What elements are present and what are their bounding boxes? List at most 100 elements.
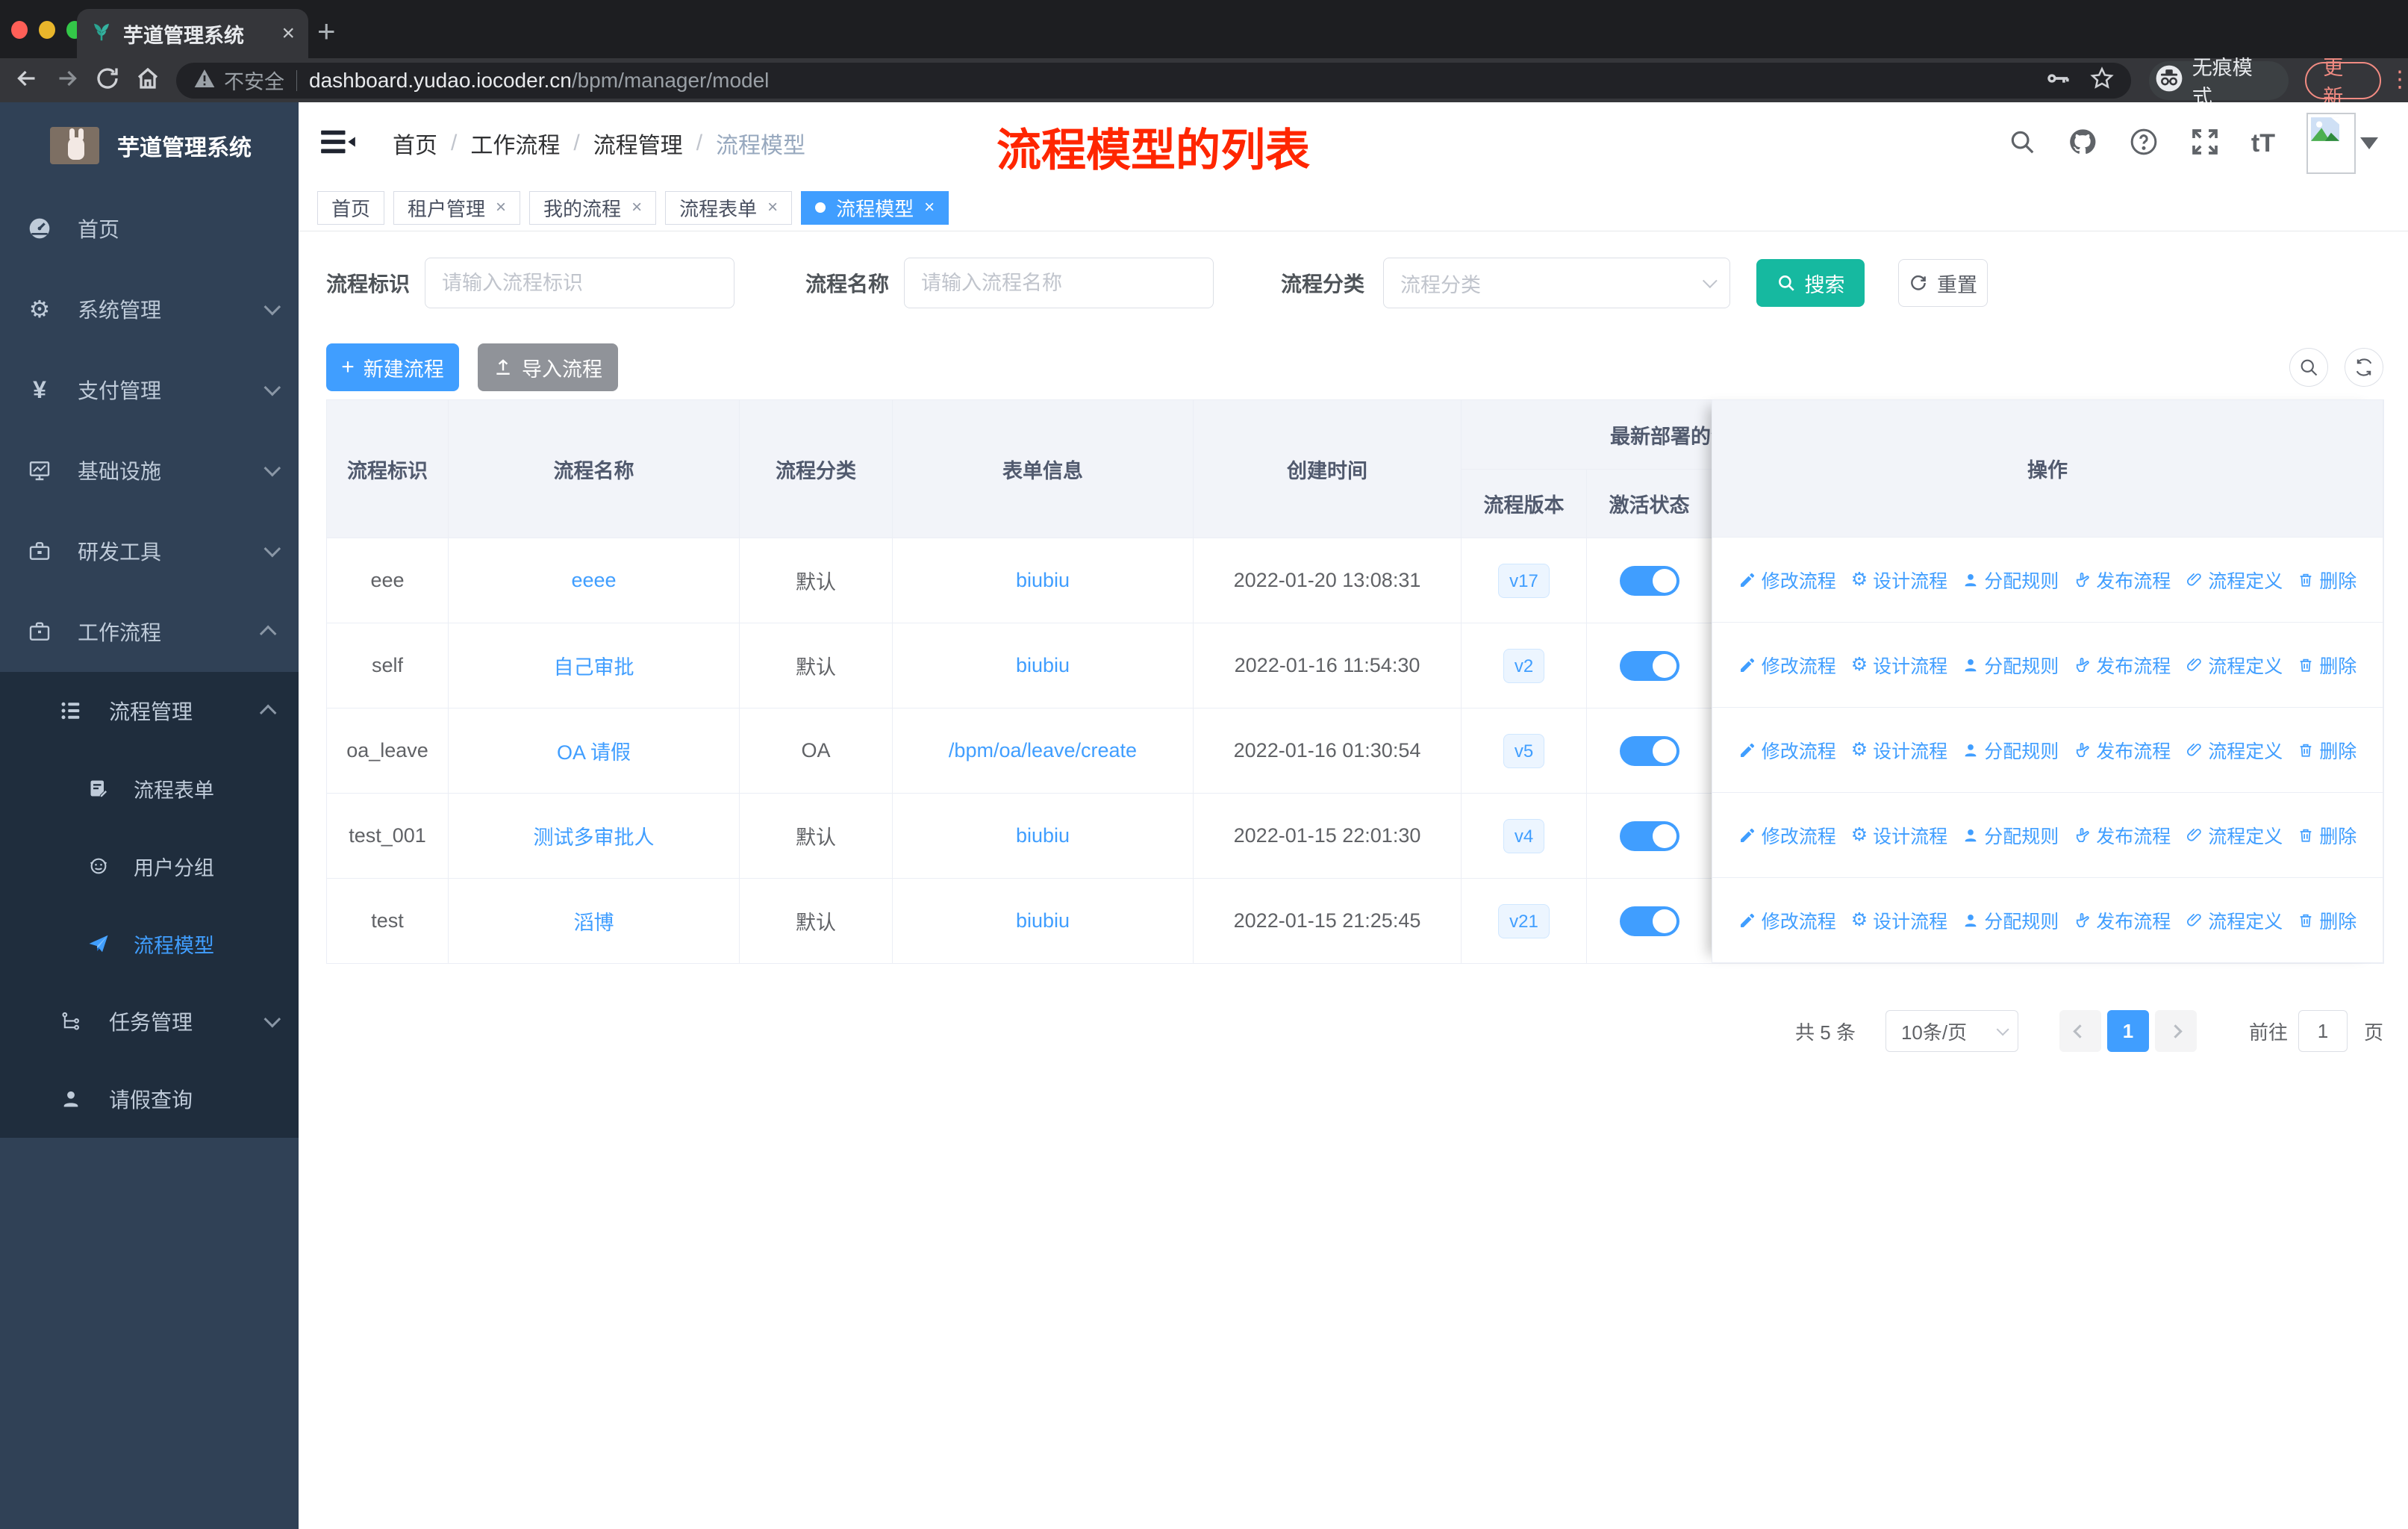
edit-process-link[interactable]: 修改流程 xyxy=(1738,822,1836,849)
publish-process-link[interactable]: 发布流程 xyxy=(2074,737,2171,764)
tag-tenant[interactable]: 租户管理 × xyxy=(393,190,521,225)
close-icon[interactable]: × xyxy=(767,197,778,218)
new-tab-button[interactable]: + xyxy=(317,13,336,49)
delete-link[interactable]: 删除 xyxy=(2298,737,2356,764)
tag-process-model[interactable]: 流程模型 × xyxy=(801,190,949,225)
delete-link[interactable]: 删除 xyxy=(2298,652,2356,679)
show-search-button[interactable] xyxy=(2289,348,2328,387)
font-size-icon[interactable]: tT xyxy=(2251,129,2275,158)
tag-home[interactable]: 首页 xyxy=(317,190,385,225)
sidebar-item-leave-query[interactable]: 请假查询 xyxy=(0,1060,299,1138)
form-info-link[interactable]: biubiu xyxy=(1016,569,1070,591)
process-definition-link[interactable]: 流程定义 xyxy=(2186,907,2283,934)
sidebar-item-workflow[interactable]: 工作流程 xyxy=(0,591,299,672)
active-toggle[interactable] xyxy=(1619,820,1679,851)
form-info-link[interactable]: /bpm/oa/leave/create xyxy=(949,739,1137,762)
create-process-button[interactable]: + 新建流程 xyxy=(326,343,459,391)
active-toggle[interactable] xyxy=(1619,735,1679,766)
form-info-link[interactable]: biubiu xyxy=(1016,909,1070,932)
edit-process-link[interactable]: 修改流程 xyxy=(1738,652,1836,679)
sidebar-item-infra[interactable]: 基础设施 xyxy=(0,430,299,511)
search-icon[interactable] xyxy=(2008,128,2036,160)
page-size-select[interactable]: 10条/页 xyxy=(1885,1010,2018,1052)
design-process-link[interactable]: ⚙ 设计流程 xyxy=(1851,822,1947,849)
process-definition-link[interactable]: 流程定义 xyxy=(2186,737,2283,764)
active-toggle[interactable] xyxy=(1619,565,1679,596)
close-icon[interactable]: × xyxy=(496,197,506,218)
design-process-link[interactable]: ⚙ 设计流程 xyxy=(1851,567,1947,594)
url-bar[interactable]: 不安全 dashboard.yudao.iocoder.cn/bpm/manag… xyxy=(176,62,2131,99)
assign-rule-link[interactable]: 分配规则 xyxy=(1962,822,2059,849)
assign-rule-link[interactable]: 分配规则 xyxy=(1962,567,2059,594)
refresh-button[interactable] xyxy=(2345,348,2383,387)
prev-page-button[interactable] xyxy=(2059,1010,2101,1052)
edit-process-link[interactable]: 修改流程 xyxy=(1738,567,1836,594)
user-avatar[interactable] xyxy=(2306,113,2378,174)
model-name-link[interactable]: 测试多审批人 xyxy=(534,826,655,849)
model-name-link[interactable]: eeee xyxy=(571,569,616,591)
next-page-button[interactable] xyxy=(2154,1010,2197,1052)
sidebar-item-pay[interactable]: ¥ 支付管理 xyxy=(0,349,299,430)
assign-rule-link[interactable]: 分配规则 xyxy=(1962,737,2059,764)
breadcrumb-process-mgmt[interactable]: 流程管理 xyxy=(593,127,683,160)
bookmark-star-icon[interactable] xyxy=(2089,66,2115,95)
sidebar-item-system[interactable]: ⚙ 系统管理 xyxy=(0,269,299,349)
sidebar-item-home[interactable]: 首页 xyxy=(0,188,299,269)
close-icon[interactable]: × xyxy=(631,197,642,218)
sidebar-item-process-mgmt[interactable]: 流程管理 xyxy=(0,672,299,750)
security-label[interactable]: 不安全 xyxy=(224,66,284,95)
page-number-1[interactable]: 1 xyxy=(2106,1010,2149,1052)
sidebar-item-user-group[interactable]: 用户分组 xyxy=(0,827,299,905)
edit-process-link[interactable]: 修改流程 xyxy=(1738,737,1836,764)
home-icon[interactable] xyxy=(134,65,161,96)
close-icon[interactable]: × xyxy=(924,197,935,218)
model-name-link[interactable]: 滔博 xyxy=(574,912,614,934)
tab-close-icon[interactable]: × xyxy=(281,22,295,45)
sidebar-item-process-form[interactable]: 流程表单 xyxy=(0,750,299,827)
delete-link[interactable]: 删除 xyxy=(2298,567,2356,594)
sidebar-item-process-model[interactable]: 流程模型 xyxy=(0,905,299,983)
active-toggle[interactable] xyxy=(1619,906,1679,936)
design-process-link[interactable]: ⚙ 设计流程 xyxy=(1851,652,1947,679)
goto-page-input[interactable] xyxy=(2298,1010,2348,1052)
process-definition-link[interactable]: 流程定义 xyxy=(2186,652,2283,679)
process-definition-link[interactable]: 流程定义 xyxy=(2186,567,2283,594)
saved-passwords-key-icon[interactable] xyxy=(2044,66,2070,95)
publish-process-link[interactable]: 发布流程 xyxy=(2074,822,2171,849)
close-window-button[interactable] xyxy=(11,21,28,39)
reset-button[interactable]: 重置 xyxy=(1898,259,1989,307)
form-info-link[interactable]: biubiu xyxy=(1016,654,1070,676)
filter-id-input[interactable] xyxy=(425,258,735,308)
filter-name-input[interactable] xyxy=(904,258,1214,308)
collapse-sidebar-icon[interactable] xyxy=(321,127,355,161)
tag-process-form[interactable]: 流程表单 × xyxy=(665,190,793,225)
reload-icon[interactable] xyxy=(94,65,121,96)
design-process-link[interactable]: ⚙ 设计流程 xyxy=(1851,907,1947,934)
breadcrumb-home[interactable]: 首页 xyxy=(393,127,437,160)
form-info-link[interactable]: biubiu xyxy=(1016,824,1070,847)
publish-process-link[interactable]: 发布流程 xyxy=(2074,567,2171,594)
delete-link[interactable]: 删除 xyxy=(2298,907,2356,934)
breadcrumb-workflow[interactable]: 工作流程 xyxy=(470,127,560,160)
model-name-link[interactable]: OA 请假 xyxy=(557,741,631,764)
tag-my-process[interactable]: 我的流程 × xyxy=(529,190,657,225)
import-process-button[interactable]: 导入流程 xyxy=(478,343,618,391)
model-name-link[interactable]: 自己审批 xyxy=(554,656,634,679)
minimize-window-button[interactable] xyxy=(39,21,55,39)
filter-category-select[interactable]: 流程分类 xyxy=(1383,258,1731,308)
browser-tab[interactable]: 芋道管理系统 × xyxy=(77,9,308,58)
help-icon[interactable] xyxy=(2129,127,2159,161)
browser-update-button[interactable]: 更新 xyxy=(2305,57,2382,108)
github-icon[interactable] xyxy=(2068,127,2097,161)
edit-process-link[interactable]: 修改流程 xyxy=(1738,907,1836,934)
process-definition-link[interactable]: 流程定义 xyxy=(2186,822,2283,849)
delete-link[interactable]: 删除 xyxy=(2298,822,2356,849)
assign-rule-link[interactable]: 分配规则 xyxy=(1962,652,2059,679)
sidebar-item-dev[interactable]: 研发工具 xyxy=(0,511,299,591)
browser-menu-kebab-icon[interactable]: ⋮ xyxy=(2389,69,2408,90)
publish-process-link[interactable]: 发布流程 xyxy=(2074,652,2171,679)
search-button[interactable]: 搜索 xyxy=(1756,259,1865,307)
design-process-link[interactable]: ⚙ 设计流程 xyxy=(1851,737,1947,764)
publish-process-link[interactable]: 发布流程 xyxy=(2074,907,2171,934)
forward-icon[interactable] xyxy=(54,65,81,96)
